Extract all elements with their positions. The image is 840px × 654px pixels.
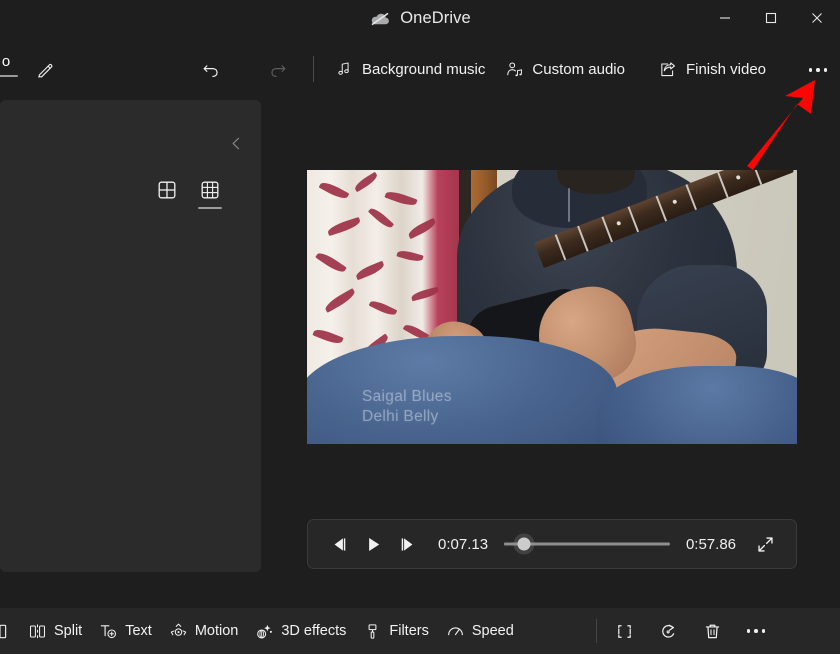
fullscreen-icon bbox=[757, 536, 773, 552]
chevron-left-icon bbox=[232, 137, 239, 149]
text-button[interactable]: Text bbox=[91, 615, 161, 647]
rotate-button[interactable] bbox=[652, 615, 684, 647]
grid-2x2-toggle[interactable] bbox=[155, 180, 179, 209]
clip-more-options-button[interactable] bbox=[740, 615, 772, 647]
edit-tools-group: Split Text Motion 3D effects Filters Spe… bbox=[20, 608, 523, 654]
background-music-button[interactable]: Background music bbox=[325, 52, 495, 86]
split-button[interactable]: Split bbox=[20, 615, 91, 647]
tab-active-underline bbox=[0, 75, 18, 77]
delete-icon bbox=[705, 624, 719, 638]
next-frame-button[interactable] bbox=[390, 527, 424, 561]
text-label: Text bbox=[125, 623, 152, 639]
split-label: Split bbox=[54, 623, 83, 639]
more-options-icon bbox=[746, 629, 766, 633]
close-button[interactable] bbox=[794, 0, 840, 36]
play-button[interactable] bbox=[356, 527, 390, 561]
motion-label: Motion bbox=[194, 623, 239, 639]
undo-button[interactable] bbox=[196, 55, 226, 85]
custom-audio-button[interactable]: Custom audio bbox=[495, 52, 635, 86]
video-frame-image: Saigal Blues Delhi Belly bbox=[307, 170, 797, 444]
grid-3x3-toggle[interactable] bbox=[198, 180, 222, 209]
trim-icon bbox=[0, 624, 6, 638]
player-controls: 0:07.13 0:57.86 bbox=[307, 519, 797, 569]
close-icon bbox=[812, 13, 822, 23]
music-note-icon bbox=[335, 60, 353, 78]
video-editor-window: OneDrive o Background music Custom audio… bbox=[0, 0, 840, 654]
view-size-toggles bbox=[155, 180, 222, 209]
clip-actions-group bbox=[608, 608, 772, 654]
minimize-icon bbox=[720, 17, 730, 19]
redo-button[interactable] bbox=[263, 55, 293, 85]
maximize-icon bbox=[765, 12, 777, 24]
split-icon bbox=[29, 623, 46, 640]
video-preview[interactable]: Saigal Blues Delhi Belly bbox=[307, 170, 797, 444]
minimize-button[interactable] bbox=[702, 0, 748, 36]
trim-button-partial[interactable] bbox=[0, 616, 14, 646]
previous-frame-button[interactable] bbox=[322, 527, 356, 561]
background-music-label: Background music bbox=[362, 60, 486, 78]
total-time-label: 0:57.86 bbox=[685, 535, 736, 553]
custom-audio-label: Custom audio bbox=[532, 60, 625, 78]
speed-label: Speed bbox=[471, 623, 514, 639]
bottom-toolbar: Split Text Motion 3D effects Filters Spe… bbox=[0, 608, 840, 654]
text-icon bbox=[100, 623, 117, 640]
redo-icon bbox=[271, 65, 286, 78]
library-panel bbox=[0, 100, 261, 572]
3d-effects-icon bbox=[256, 623, 273, 640]
jeans-left-leg bbox=[307, 336, 617, 444]
filters-label: Filters bbox=[389, 623, 429, 639]
grid-3x3-underline bbox=[198, 207, 222, 209]
3d-effects-label: 3D effects bbox=[281, 623, 347, 639]
hoodie-drawstring bbox=[568, 188, 570, 222]
person-audio-icon bbox=[505, 60, 523, 78]
play-icon bbox=[368, 537, 379, 551]
maximize-button[interactable] bbox=[748, 0, 794, 36]
delete-button[interactable] bbox=[696, 615, 728, 647]
window-title: OneDrive bbox=[400, 9, 471, 27]
ribbon-actions: Background music Custom audio Finish vid… bbox=[325, 44, 776, 94]
window-controls bbox=[702, 0, 840, 36]
edit-button[interactable] bbox=[30, 55, 60, 85]
next-frame-icon bbox=[401, 537, 412, 551]
rotate-icon bbox=[661, 624, 674, 638]
crop-resize-button[interactable] bbox=[608, 615, 640, 647]
speed-icon bbox=[447, 623, 464, 640]
3d-effects-button[interactable]: 3D effects bbox=[247, 615, 355, 647]
bottom-toolbar-separator bbox=[596, 619, 597, 643]
undo-icon bbox=[203, 65, 218, 78]
tab-video[interactable]: o bbox=[0, 53, 24, 77]
motion-button[interactable]: Motion bbox=[161, 615, 248, 647]
grid-2x2-underline bbox=[155, 207, 179, 209]
pencil-icon bbox=[37, 63, 52, 78]
top-ribbon: o Background music Custom audio Finish v… bbox=[0, 44, 840, 94]
grid-small-icon bbox=[201, 181, 219, 199]
fullscreen-button[interactable] bbox=[748, 527, 782, 561]
crop-resize-icon bbox=[617, 624, 631, 638]
motion-icon bbox=[170, 623, 187, 640]
current-time-label: 0:07.13 bbox=[438, 535, 489, 553]
cloud-paused-icon bbox=[369, 11, 391, 27]
more-options-icon bbox=[808, 68, 828, 72]
preview-stage: Saigal Blues Delhi Belly 0:07.13 0:57.86 bbox=[261, 94, 840, 574]
previous-frame-icon bbox=[334, 537, 345, 551]
seek-slider[interactable] bbox=[504, 534, 670, 554]
speed-button[interactable]: Speed bbox=[438, 615, 523, 647]
finish-video-label: Finish video bbox=[685, 60, 767, 78]
filters-button[interactable]: Filters bbox=[355, 615, 437, 647]
share-export-icon bbox=[659, 60, 677, 78]
ribbon-separator-left bbox=[313, 56, 314, 82]
grid-large-icon bbox=[158, 181, 176, 199]
collapse-panel-button[interactable] bbox=[223, 130, 249, 156]
finish-video-button[interactable]: Finish video bbox=[649, 52, 776, 86]
filters-icon bbox=[364, 623, 381, 640]
tab-video-label: o bbox=[1, 53, 11, 70]
ribbon-more-options-button[interactable] bbox=[802, 55, 834, 85]
title-bar: OneDrive bbox=[0, 0, 840, 44]
seek-thumb[interactable] bbox=[517, 537, 531, 551]
